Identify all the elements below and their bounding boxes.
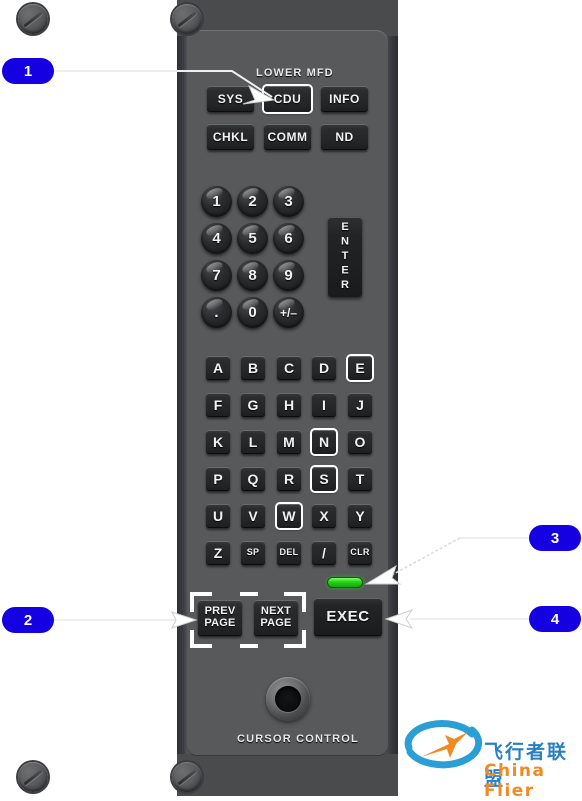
screw-bottom-left	[18, 762, 48, 792]
alpha-key-v[interactable]: V	[241, 504, 265, 528]
alpha-key-space[interactable]: SP	[241, 541, 265, 565]
alpha-key-u[interactable]: U	[206, 504, 230, 528]
alpha-key-f[interactable]: F	[206, 393, 230, 417]
numeric-key-5[interactable]: 5	[237, 223, 268, 254]
watermark-english-text: China Flier	[484, 761, 546, 801]
mfd-button-nd[interactable]: ND	[321, 124, 368, 150]
numeric-key-8[interactable]: 8	[237, 260, 268, 291]
alpha-key-g[interactable]: G	[241, 393, 265, 417]
numeric-key-4[interactable]: 4	[201, 223, 232, 254]
alpha-key-z[interactable]: Z	[206, 541, 230, 565]
mfd-button-info[interactable]: INFO	[321, 86, 368, 112]
alpha-key-a[interactable]: A	[206, 356, 230, 380]
callout-badge-4[interactable]: 4	[529, 606, 581, 632]
enter-button[interactable]: ENTER	[328, 217, 362, 297]
screw-bottom-right	[172, 762, 202, 792]
alpha-key-r[interactable]: R	[277, 467, 301, 491]
alpha-key-m[interactable]: M	[277, 430, 301, 454]
numeric-key-3[interactable]: 3	[273, 186, 304, 217]
alpha-key-slash[interactable]: /	[312, 541, 336, 565]
screw-top-right	[172, 4, 202, 34]
callout-4-leader	[384, 609, 530, 629]
cursor-control-label: CURSOR CONTROL	[237, 733, 359, 745]
numeric-key-9[interactable]: 9	[273, 260, 304, 291]
alpha-key-n[interactable]: N	[312, 430, 336, 454]
exec-indicator-led	[327, 577, 363, 588]
alpha-key-w[interactable]: W	[277, 504, 301, 528]
screw-top-left	[18, 4, 48, 34]
alpha-key-delete[interactable]: DEL	[277, 541, 301, 565]
alpha-key-i[interactable]: I	[312, 393, 336, 417]
china-flier-watermark: 飞行者联盟 China Flier	[404, 735, 580, 801]
numeric-key-7[interactable]: 7	[201, 260, 232, 291]
alpha-key-q[interactable]: Q	[241, 467, 265, 491]
mfd-button-cdu[interactable]: CDU	[264, 86, 311, 112]
alpha-key-clear[interactable]: CLR	[348, 541, 372, 565]
alpha-key-p[interactable]: P	[206, 467, 230, 491]
callout-badge-3[interactable]: 3	[529, 525, 581, 551]
lower-mfd-label: LOWER MFD	[256, 67, 334, 79]
numeric-key-decimal[interactable]: .	[201, 297, 232, 328]
mfd-button-chkl[interactable]: CHKL	[207, 124, 254, 150]
callout-badge-2[interactable]: 2	[2, 607, 54, 633]
alpha-key-t[interactable]: T	[348, 467, 372, 491]
alpha-key-e[interactable]: E	[348, 356, 372, 380]
panel-bezel-bottom	[177, 754, 398, 796]
callout-badge-1[interactable]: 1	[2, 58, 54, 84]
alpha-key-k[interactable]: K	[206, 430, 230, 454]
alpha-key-s[interactable]: S	[312, 467, 336, 491]
numeric-key-1[interactable]: 1	[201, 186, 232, 217]
next-page-button[interactable]: NEXT PAGE	[254, 600, 298, 636]
callout-2-leader	[54, 611, 198, 629]
numeric-key-6[interactable]: 6	[273, 223, 304, 254]
numeric-key-plus-minus[interactable]: +/–	[273, 297, 304, 328]
alpha-key-h[interactable]: H	[277, 393, 301, 417]
mfd-button-comm[interactable]: COMM	[264, 124, 311, 150]
numeric-key-0[interactable]: 0	[237, 297, 268, 328]
prev-page-line2: PAGE	[204, 617, 236, 629]
alpha-key-c[interactable]: C	[277, 356, 301, 380]
alpha-key-d[interactable]: D	[312, 356, 336, 380]
prev-page-button[interactable]: PREV PAGE	[198, 600, 242, 636]
alpha-key-l[interactable]: L	[241, 430, 265, 454]
alpha-key-j[interactable]: J	[348, 393, 372, 417]
alpha-key-b[interactable]: B	[241, 356, 265, 380]
next-page-line2: PAGE	[260, 617, 292, 629]
alpha-key-y[interactable]: Y	[348, 504, 372, 528]
cursor-control-knob[interactable]	[266, 677, 310, 721]
alpha-key-o[interactable]: O	[348, 430, 372, 454]
mfd-button-sys[interactable]: SYS	[207, 86, 254, 112]
enter-button-label: ENTER	[339, 220, 351, 294]
exec-button[interactable]: EXEC	[314, 598, 382, 636]
numeric-key-2[interactable]: 2	[237, 186, 268, 217]
alpha-key-x[interactable]: X	[312, 504, 336, 528]
